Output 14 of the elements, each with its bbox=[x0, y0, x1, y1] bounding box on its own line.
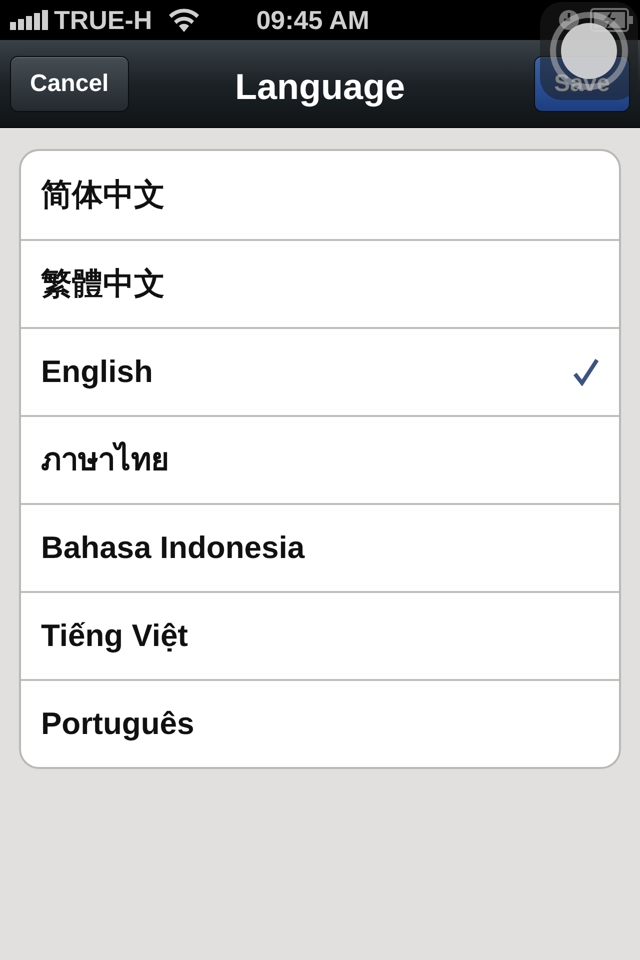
language-option[interactable]: ภาษาไทย bbox=[21, 415, 619, 503]
carrier-name: TRUE-H bbox=[54, 4, 152, 36]
language-option[interactable]: Tiếng Việt bbox=[21, 591, 619, 679]
signal-icon bbox=[10, 10, 50, 30]
language-option[interactable]: Bahasa Indonesia bbox=[21, 503, 619, 591]
language-option[interactable]: 繁體中文 bbox=[21, 239, 619, 327]
language-option[interactable]: English bbox=[21, 327, 619, 415]
nav-title: Language bbox=[235, 65, 405, 109]
assistive-touch-button[interactable] bbox=[540, 2, 638, 100]
language-option[interactable]: Português bbox=[21, 679, 619, 767]
status-time: 09:45 AM bbox=[256, 4, 370, 36]
language-option[interactable]: 简体中文 bbox=[21, 151, 619, 239]
cancel-button[interactable]: Cancel bbox=[10, 56, 129, 112]
wifi-icon bbox=[168, 8, 200, 32]
